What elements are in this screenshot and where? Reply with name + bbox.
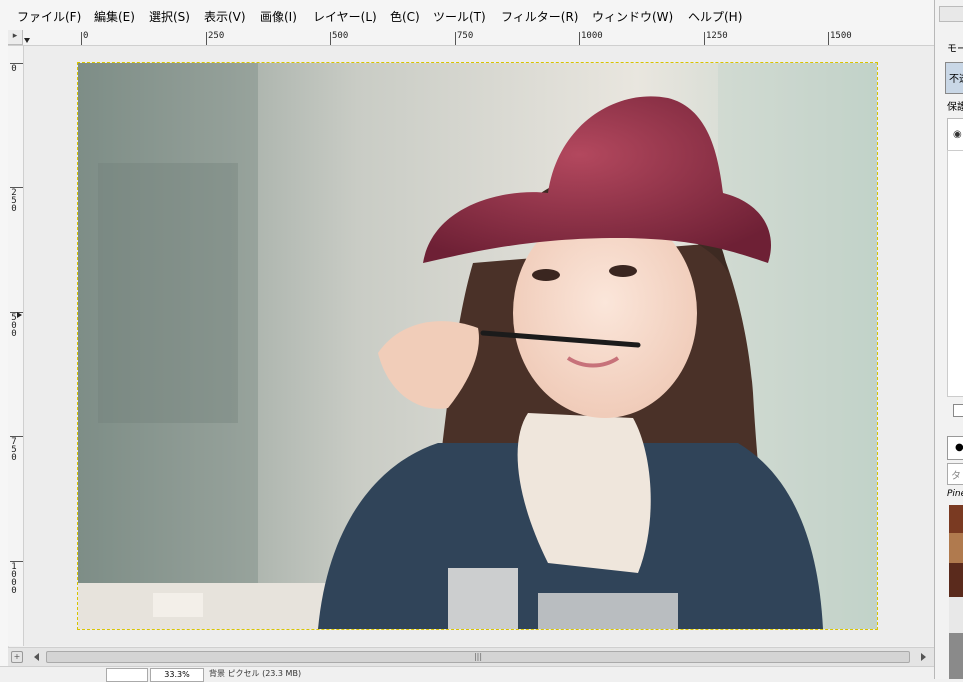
ruler-tick xyxy=(704,32,705,45)
mode-value: 不透 xyxy=(949,74,963,85)
menu-file[interactable]: ファイル(F) xyxy=(17,8,81,25)
brush-dot-icon: ● xyxy=(955,442,963,453)
ruler-label: 750 xyxy=(11,437,17,463)
brush-preview: ● xyxy=(947,436,963,460)
filter-placeholder: タ xyxy=(951,471,961,482)
ruler-pointer-marker xyxy=(17,312,22,318)
layers-list[interactable]: ◉ xyxy=(947,118,963,152)
status-message: 背景 ピクセル (23.3 MB) xyxy=(209,669,302,678)
ruler-tick xyxy=(828,32,829,45)
portrait-photo xyxy=(78,63,877,629)
ruler-tick xyxy=(579,32,580,45)
status-bar: 33.3% 背景 ピクセル (23.3 MB) xyxy=(0,666,934,682)
layers-dock: モー 不透 保護 ◉ ● タ Pine xyxy=(934,0,963,679)
new-layer-icon[interactable] xyxy=(953,404,963,417)
dock-tab[interactable] xyxy=(939,6,963,22)
scrollbar-thumb[interactable]: ||| xyxy=(46,651,910,663)
brush-swatch[interactable] xyxy=(949,597,963,633)
menu-select[interactable]: 選択(S) xyxy=(149,8,190,25)
brush-name: Pine xyxy=(947,489,963,499)
ruler-label: 0 xyxy=(11,64,17,74)
ruler-label: 250 xyxy=(208,31,225,41)
menu-bar: ファイル(F) 編集(E) 選択(S) 表示(V) 画像(I) レイヤー(L) … xyxy=(0,0,934,31)
ruler-label: 1000 xyxy=(581,31,603,41)
ruler-label: 750 xyxy=(457,31,474,41)
menu-help[interactable]: ヘルプ(H) xyxy=(688,8,742,25)
scroll-left-arrow-icon[interactable] xyxy=(34,653,39,661)
mode-select[interactable]: 不透 xyxy=(945,62,963,94)
ruler-label: 1000 xyxy=(11,562,17,596)
layers-list-body[interactable] xyxy=(947,150,963,397)
quick-mask-toggle[interactable]: ▸ xyxy=(8,30,23,45)
unit-selector[interactable] xyxy=(106,668,148,682)
brush-swatch[interactable] xyxy=(949,533,963,563)
ruler-label: 1500 xyxy=(830,31,852,41)
menu-windows[interactable]: ウィンドウ(W) xyxy=(592,8,673,25)
eye-icon[interactable]: ◉ xyxy=(953,129,962,140)
menu-image[interactable]: 画像(I) xyxy=(260,8,297,25)
menu-tools[interactable]: ツール(T) xyxy=(433,8,486,25)
mode-label: モー xyxy=(947,44,963,55)
ruler-label: 500 xyxy=(332,31,349,41)
ruler-tick xyxy=(455,32,456,45)
menu-view[interactable]: 表示(V) xyxy=(204,8,246,25)
ruler-label: 0 xyxy=(83,31,89,41)
menu-layer[interactable]: レイヤー(L) xyxy=(313,8,377,25)
left-ruler[interactable]: 0 250 500 750 1000 xyxy=(8,46,24,646)
lock-label: 保護 xyxy=(947,102,963,113)
scroll-right-arrow-icon[interactable] xyxy=(921,653,926,661)
horizontal-scrollbar[interactable]: + ||| xyxy=(8,647,934,666)
ruler-tick xyxy=(330,32,331,45)
ruler-label: 250 xyxy=(11,188,17,214)
ruler-pointer-marker xyxy=(24,38,30,43)
brush-filter-input[interactable]: タ xyxy=(947,463,963,485)
ruler-tick xyxy=(81,32,82,45)
menu-edit[interactable]: 編集(E) xyxy=(94,8,135,25)
menu-filters[interactable]: フィルター(R) xyxy=(501,8,578,25)
brush-swatch[interactable] xyxy=(949,563,963,597)
brush-swatch[interactable] xyxy=(949,633,963,679)
ruler-label: 1250 xyxy=(706,31,728,41)
brush-swatch[interactable] xyxy=(949,505,963,533)
top-ruler[interactable]: 0 250 500 750 1000 1250 1500 xyxy=(8,30,934,46)
navigate-button[interactable]: + xyxy=(11,651,23,663)
image-layer[interactable] xyxy=(77,62,878,630)
ruler-tick xyxy=(206,32,207,45)
zoom-field[interactable]: 33.3% xyxy=(150,668,204,682)
menu-color[interactable]: 色(C) xyxy=(390,8,420,25)
